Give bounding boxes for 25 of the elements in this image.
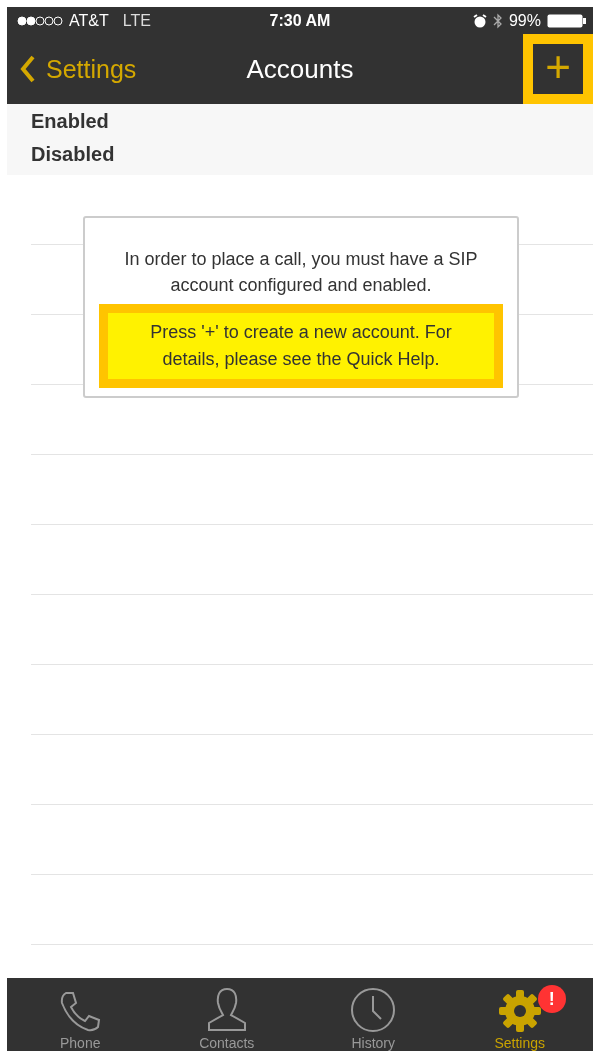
carrier: AT&T <box>69 11 109 30</box>
phone-icon <box>58 989 103 1033</box>
tab[interactable]: Contacts <box>153 978 300 1051</box>
alarm-icon <box>472 13 487 28</box>
signal-icon <box>17 15 63 26</box>
chevron-left-icon <box>20 55 36 83</box>
gear-icon <box>497 989 542 1033</box>
alert-badge: ! <box>537 985 566 1013</box>
tab[interactable]: History <box>300 978 447 1051</box>
screen-title: Accounts <box>246 53 354 85</box>
tab[interactable]: Phone <box>7 978 154 1051</box>
notice-hint: Press '+' to create a new account. For details, please see the Quick Help. <box>99 304 503 388</box>
section-header: Enabled <box>31 110 110 133</box>
notice-message: In order to place a call, you must have a SIP account configured and enabled. <box>123 248 479 297</box>
clock: 7:30 AM <box>269 11 331 30</box>
network-type: LTE <box>122 11 151 30</box>
back-button[interactable]: Settings <box>7 54 137 84</box>
back-label: Settings <box>46 54 137 84</box>
bluetooth-icon <box>492 12 503 29</box>
add-button[interactable]: + <box>523 34 593 104</box>
tab[interactable]: ! Settings <box>446 978 593 1051</box>
battery-percent: 99% <box>508 11 541 30</box>
clock-icon <box>350 987 397 1033</box>
battery-icon <box>547 13 587 28</box>
section-header: Disabled <box>31 143 116 166</box>
